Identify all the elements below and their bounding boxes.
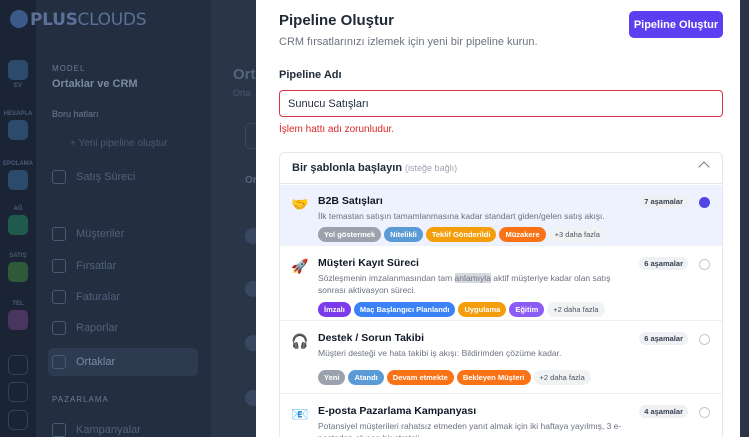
template-description: Potansiyel müşterileri rahatsız etmeden … <box>318 421 622 437</box>
stage-count-badge: 6 aşamalar <box>639 257 688 270</box>
bg-column-header: Or <box>245 175 257 186</box>
template-option-email[interactable]: 📧 E-posta Pazarlama Kampanyası Potansiye… <box>280 395 722 437</box>
sidebar-section-label: MODEL <box>52 64 86 73</box>
stage-count-badge: 6 aşamalar <box>639 332 688 345</box>
create-pipeline-button[interactable]: Pipeline Oluştur <box>629 11 723 38</box>
page-subtitle: Orta <box>233 88 251 98</box>
rail-tool-icon[interactable] <box>8 410 28 430</box>
building-icon <box>52 355 66 369</box>
stage-tag: Yeni <box>318 370 346 385</box>
sidebar-item-firsatlar[interactable]: Fırsatlar <box>52 259 116 273</box>
template-radio[interactable] <box>699 407 710 418</box>
rail-label: SATIŞ <box>9 253 27 259</box>
template-description: Müşteri desteği ve hata takibi iş akışı:… <box>318 348 562 358</box>
page-title: Ort <box>233 66 256 83</box>
stage-tag: Müzakere <box>499 227 546 242</box>
sidebar-item-musteriler[interactable]: Müşteriler <box>52 227 124 241</box>
rail-label: AĞ <box>13 206 23 212</box>
template-title: Müşteri Kayıt Süreci <box>318 257 419 269</box>
stage-tags: Yeni Atandı Devam etmekte Bekleyen Müşte… <box>318 370 591 385</box>
chevron-up-icon[interactable] <box>698 161 710 173</box>
stage-tags: İmzalı Maç Başlangıcı Planlandı Uygulama… <box>318 302 605 317</box>
template-description: İlk temastan satışın tamamlanmasına kada… <box>318 211 605 221</box>
pipeline-name-error: İşlem hattı adı zorunludur. <box>279 124 395 135</box>
logo-mark-icon <box>10 10 28 28</box>
rail-hesapla-icon[interactable] <box>8 120 28 140</box>
pipeline-icon <box>52 170 66 184</box>
stage-tag: Eğitim <box>509 302 545 317</box>
template-title: E-posta Pazarlama Kampanyası <box>318 405 477 417</box>
stage-tag: Nitelikli <box>384 227 423 242</box>
sidebar-item-ortaklar[interactable]: Ortaklar <box>52 355 115 369</box>
rail-tool-icon[interactable] <box>8 355 28 375</box>
stage-tag: Uygulama <box>458 302 507 317</box>
invoice-icon <box>52 290 66 304</box>
modal-subtitle: CRM fırsatlarınızı izlemek için yeni bir… <box>279 36 538 48</box>
handshake-icon: 🤝 <box>291 197 309 213</box>
stage-tag: Devam etmekte <box>386 370 454 385</box>
sidebar-item-raporlar[interactable]: Raporlar <box>52 321 118 335</box>
pipeline-name-label: Pipeline Adı <box>279 69 342 81</box>
icon-rail: EV HESAPLA EPOLAMA AĞ SATIŞ TEL <box>0 0 36 437</box>
template-radio[interactable] <box>699 259 710 270</box>
stage-tag: İmzalı <box>318 302 351 317</box>
sidebar-item-kampanyalar[interactable]: Kampanyalar <box>52 423 141 437</box>
brand-logo[interactable]: PLUSCLOUDS <box>10 10 146 30</box>
stage-tag: Teklif Gönderildi <box>425 227 497 242</box>
stage-tag: Atandı <box>348 370 384 385</box>
more-stages: +2 daha fazla <box>547 302 605 317</box>
sidebar-item-satis-sureci[interactable]: Satış Süreci <box>52 170 135 184</box>
email-icon: 📧 <box>291 407 309 423</box>
rail-label: EPOLAMA <box>3 161 33 167</box>
rail-satiş-icon[interactable] <box>8 262 28 282</box>
create-pipeline-modal: Pipeline Oluştur CRM fırsatlarınızı izle… <box>256 0 740 437</box>
template-option-b2b[interactable]: 🤝 B2B Satışları İlk temastan satışın tam… <box>280 185 722 246</box>
sidebar-section2-label: PAZARLAMA <box>52 395 109 404</box>
more-stages: +3 daha fazla <box>548 227 606 242</box>
stage-tags: Yol göstermek Nitelikli Teklif Gönderild… <box>318 227 606 242</box>
template-title: B2B Satışları <box>318 195 383 207</box>
template-picker-header[interactable]: Bir şablonla başlayın (isteğe bağlı) <box>280 153 722 184</box>
template-option-support[interactable]: 🎧 Destek / Sorun Takibi Müşteri desteği … <box>280 322 722 394</box>
pipeline-name-input[interactable] <box>279 90 723 117</box>
rail-ev-icon[interactable] <box>8 60 28 80</box>
more-stages: +2 daha fazla <box>533 370 591 385</box>
megaphone-icon <box>52 423 66 437</box>
stage-tag: Maç Başlangıcı Planlandı <box>353 302 456 317</box>
rail-label: EV <box>13 83 22 89</box>
chart-icon <box>52 321 66 335</box>
sidebar-section-title[interactable]: Ortaklar ve CRM <box>52 78 138 90</box>
modal-title: Pipeline Oluştur <box>279 12 395 29</box>
rail-tool-icon[interactable] <box>8 382 28 402</box>
stage-count-badge: 4 aşamalar <box>639 405 688 418</box>
template-option-onboarding[interactable]: 🚀 Müşteri Kayıt Süreci Sözleşmenin imzal… <box>280 247 722 321</box>
rocket-icon: 🚀 <box>291 259 309 275</box>
rail-label: TEL <box>12 301 24 307</box>
sidebar: MODEL Ortaklar ve CRM Boru hatları + Yen… <box>36 0 211 437</box>
stage-count-badge: 7 aşamalar <box>639 195 688 208</box>
rail-epolama-icon[interactable] <box>8 170 28 190</box>
headset-icon: 🎧 <box>291 334 309 350</box>
stage-tag: Yol göstermek <box>318 227 382 242</box>
main-content-dimmed: Ort Orta Or <box>211 0 265 437</box>
template-radio[interactable] <box>699 197 710 208</box>
template-description: Sözleşmenin imzalanmasından tam anlamıyl… <box>318 273 611 295</box>
users-icon <box>52 227 66 241</box>
template-title: Destek / Sorun Takibi <box>318 332 424 344</box>
rail-ağ-icon[interactable] <box>8 215 28 235</box>
new-pipeline-link[interactable]: + Yeni pipeline oluştur <box>70 138 168 149</box>
rail-tel-icon[interactable] <box>8 310 28 330</box>
template-radio[interactable] <box>699 334 710 345</box>
sidebar-group-label: Boru hatları <box>52 109 99 119</box>
stage-tag: Bekleyen Müşteri <box>456 370 531 385</box>
template-picker: Bir şablonla başlayın (isteğe bağlı) 🤝 B… <box>279 152 723 437</box>
flag-icon <box>52 259 66 273</box>
sidebar-item-faturalar[interactable]: Faturalar <box>52 290 120 304</box>
rail-label: HESAPLA <box>3 111 33 117</box>
